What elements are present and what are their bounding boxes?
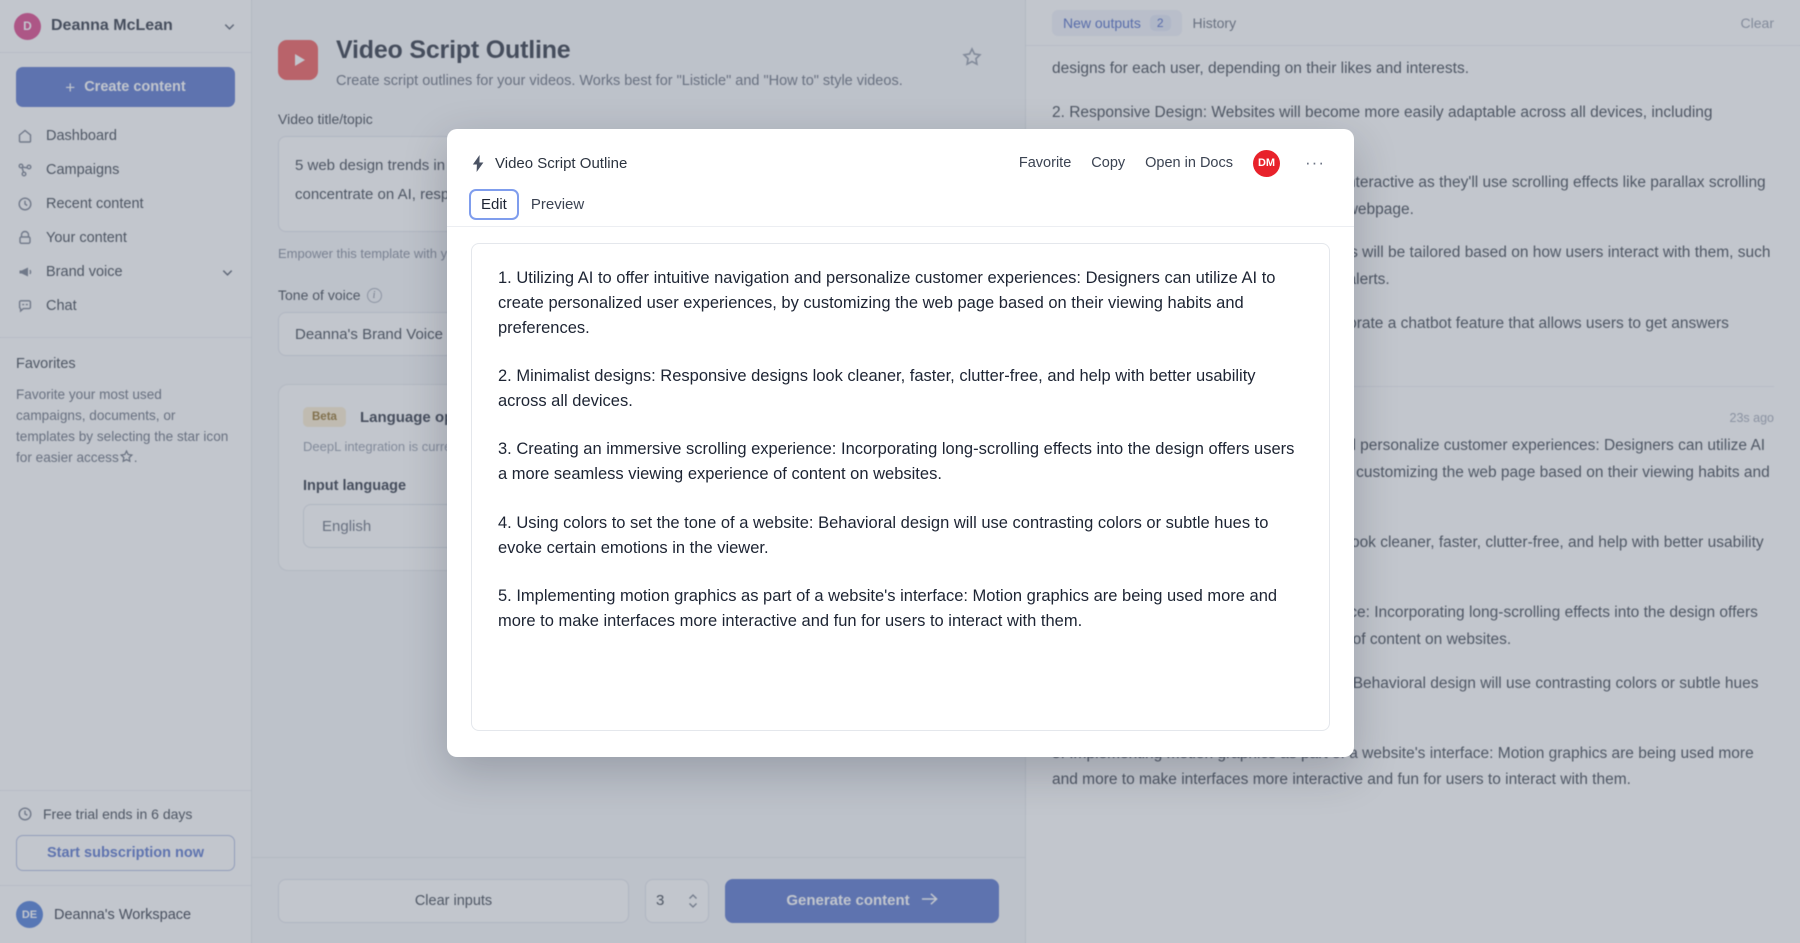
open-in-docs-button[interactable]: Open in Docs <box>1145 155 1233 171</box>
output-editor-modal: Video Script Outline Favorite Copy Open … <box>447 129 1354 757</box>
editor-paragraph: 3. Creating an immersive scrolling exper… <box>498 437 1303 487</box>
modal-title-label: Video Script Outline <box>495 155 627 172</box>
lightning-bolt-icon <box>471 155 486 172</box>
editor-paragraph: 5. Implementing motion graphics as part … <box>498 584 1303 634</box>
avatar[interactable]: DM <box>1253 150 1280 177</box>
content-editor[interactable]: 1. Utilizing AI to offer intuitive navig… <box>471 243 1330 731</box>
tab-edit[interactable]: Edit <box>471 191 517 218</box>
editor-paragraph: 2. Minimalist designs: Responsive design… <box>498 364 1303 414</box>
copy-button[interactable]: Copy <box>1091 155 1125 171</box>
modal-tabs: Edit Preview <box>447 177 1354 227</box>
tab-preview[interactable]: Preview <box>521 191 594 218</box>
favorite-button[interactable]: Favorite <box>1019 155 1071 171</box>
app-root: D Deanna McLean + Create content Dashboa… <box>0 0 1800 943</box>
modal-header: Video Script Outline Favorite Copy Open … <box>447 129 1354 177</box>
editor-paragraph: 4. Using colors to set the tone of a web… <box>498 511 1303 561</box>
modal-actions: Favorite Copy Open in Docs DM ··· <box>1019 149 1330 177</box>
more-options-icon[interactable]: ··· <box>1300 149 1330 177</box>
editor-paragraph: 1. Utilizing AI to offer intuitive navig… <box>498 266 1303 341</box>
modal-body: 1. Utilizing AI to offer intuitive navig… <box>447 227 1354 757</box>
modal-title: Video Script Outline <box>471 155 627 172</box>
